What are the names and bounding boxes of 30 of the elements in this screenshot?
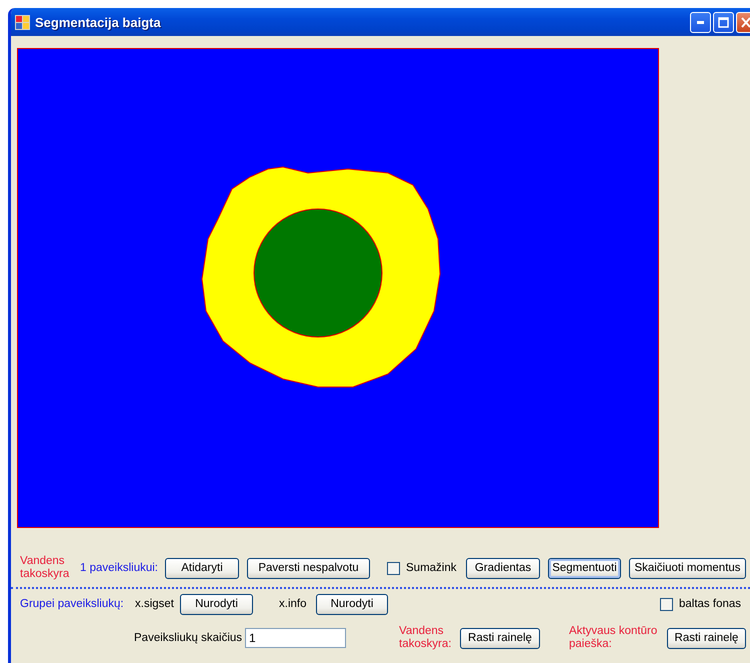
- maximize-icon: [718, 16, 729, 28]
- button[interactable]: Rasti rainelę: [460, 628, 540, 648]
- group-label: 1 paveiksliukui:: [80, 562, 158, 574]
- button[interactable]: Gradientas: [466, 558, 540, 578]
- window-title: Segmentacija baigta: [35, 14, 162, 30]
- minimize-icon: [697, 20, 704, 24]
- button[interactable]: Segmentuoti: [548, 558, 621, 578]
- section-label: Vandens takoskyra:: [399, 625, 452, 651]
- section-label: Vandens takoskyra: [20, 555, 70, 581]
- field-label: Paveiksliukų skaičius: [134, 632, 242, 644]
- checkbox-label: baltas fonas: [679, 598, 742, 610]
- app-icon: [15, 14, 30, 30]
- field-label: x.info: [279, 598, 306, 610]
- button[interactable]: Nurodyti: [180, 594, 253, 614]
- minimize-button[interactable]: [690, 12, 711, 32]
- group-label: Grupei paveiksliukų:: [20, 598, 124, 610]
- close-button[interactable]: [736, 12, 750, 32]
- checkbox[interactable]: [387, 562, 400, 574]
- button[interactable]: Skaičiuoti momentus: [629, 558, 746, 578]
- button[interactable]: Atidaryti: [165, 558, 239, 578]
- section-label: Aktyvaus kontūro paieška:: [569, 625, 658, 651]
- checkbox-label: Sumažink: [406, 562, 456, 574]
- maximize-button[interactable]: [713, 12, 734, 32]
- button[interactable]: Paversti nespalvotu: [247, 558, 370, 578]
- close-icon: [741, 16, 750, 28]
- button[interactable]: Nurodyti: [316, 594, 388, 614]
- button[interactable]: Rasti rainelę: [667, 628, 746, 648]
- field-label: x.sigset: [135, 598, 174, 610]
- checkbox[interactable]: [660, 598, 673, 610]
- count-field[interactable]: 1: [245, 628, 346, 648]
